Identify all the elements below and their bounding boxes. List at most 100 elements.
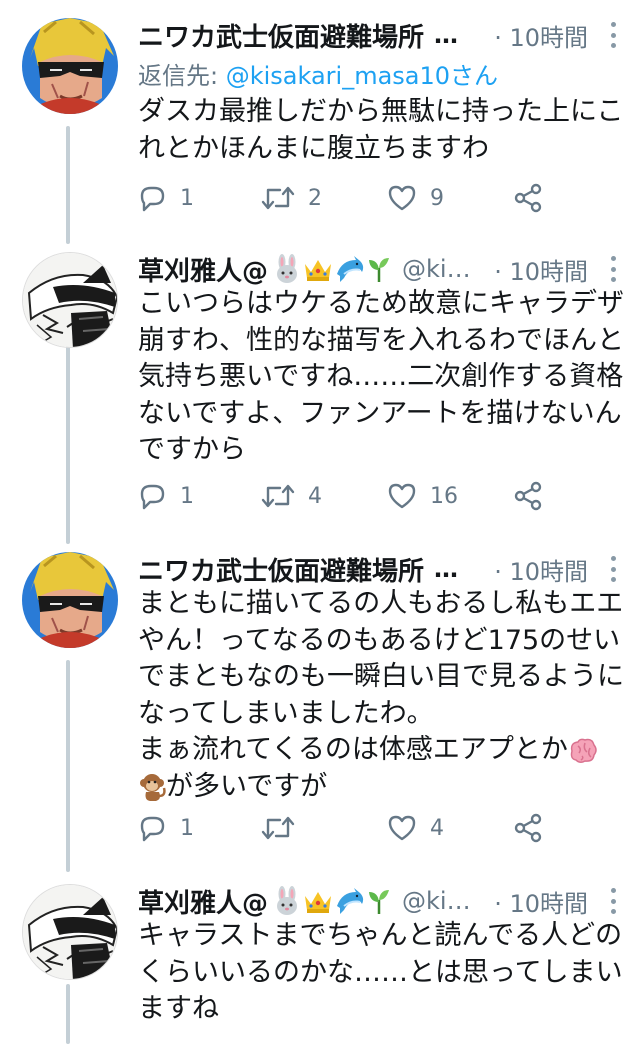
thread-line	[66, 338, 70, 544]
name-emojis	[272, 886, 392, 916]
reply-icon	[140, 186, 165, 212]
tweet-text-line: キャラストまでちゃんと読んでる人どの	[138, 920, 623, 951]
tweet-text-line: れとかほんまに腹立ちますわ	[138, 132, 489, 164]
reply-button[interactable]: 1	[136, 178, 194, 218]
seedling-emoji	[369, 258, 390, 282]
share-button[interactable]	[512, 476, 544, 516]
reply-count: 1	[180, 185, 194, 211]
timestamp[interactable]: · 10時間	[486, 552, 588, 587]
display-name[interactable]: ニワカ武士仮面避難場所	[138, 17, 424, 54]
crown-emoji	[305, 892, 332, 913]
retweet-button[interactable]: 4	[260, 476, 322, 516]
share-icon	[514, 481, 542, 511]
rabbit-emoji	[277, 886, 298, 915]
tweet-text-line: ダスカ最推しだから無駄に持った上にこ	[138, 96, 624, 127]
tweet-text-line: くらいいるのかな……とは思ってしまい	[138, 956, 623, 988]
like-button[interactable]: 4	[386, 808, 444, 848]
tweet-text-line: まぁ流れてくるのは体感エアプとか	[138, 732, 622, 769]
like-count: 4	[430, 815, 444, 841]
tweet-header: 草刈雅人@ @ki… · 10時間	[138, 883, 624, 920]
heart-icon	[388, 483, 416, 509]
tweet-header: 草刈雅人@ @ki… · 10時間	[138, 251, 624, 288]
timestamp[interactable]: · 10時間	[486, 884, 588, 919]
masked-warrior-avatar-image	[22, 552, 118, 648]
reply-count: 1	[180, 815, 194, 841]
sketch-character-avatar-image	[23, 253, 117, 347]
tweet-text-line: ますね	[138, 993, 219, 1024]
avatar[interactable]	[22, 884, 118, 980]
dolphin-emoji	[337, 888, 364, 914]
share-button[interactable]	[512, 178, 544, 218]
tweet-text-segment: まぁ流れてくるのは体感エアプとか	[138, 734, 568, 765]
reply-icon	[140, 816, 165, 842]
avatar[interactable]	[22, 18, 118, 114]
retweet-icon	[261, 484, 295, 508]
share-button[interactable]	[512, 808, 544, 848]
more-options-icon[interactable]	[602, 20, 624, 50]
tweet-text: ダスカ最推しだから無駄に持った上にこ れとかほんまに腹立ちますわ	[138, 94, 624, 167]
tweet-actions: 1 4	[136, 808, 556, 848]
like-button[interactable]: 9	[386, 178, 444, 218]
tweet-text: こいつらはウケるため故意にキャラデザ 崩すわ、性的な描写を入れるわでほんと 気持…	[138, 286, 624, 469]
retweet-icon	[261, 816, 295, 840]
tweet-text: キャラストまでちゃんと読んでる人どの くらいいるのかな……とは思ってしまい ます…	[138, 918, 623, 1028]
crown-emoji	[305, 260, 332, 281]
display-name[interactable]: 草刈雅人@	[138, 251, 268, 288]
retweet-count: 4	[308, 483, 322, 509]
retweet-button[interactable]: 2	[260, 178, 322, 218]
thread-line	[66, 126, 70, 244]
tweet-text-line: やん！ってなるのもあるけど175のせい	[138, 624, 621, 656]
tweet-text-line: ですから	[138, 434, 246, 465]
tweet-header: ニワカ武士仮面避難場所 … · 10時間	[138, 551, 624, 588]
tweet-text-line: なってしまいましたわ。	[138, 697, 434, 729]
reply-prefix: 返信先:	[138, 62, 226, 90]
tweet-header: ニワカ武士仮面避難場所 … · 10時間	[138, 17, 624, 54]
reply-button[interactable]: 1	[136, 476, 194, 516]
retweet-icon	[261, 186, 295, 210]
brain-emoji	[570, 738, 597, 763]
tweet-text-line: 気持ち悪いですね……二次創作する資格	[138, 361, 624, 392]
like-count: 9	[430, 185, 444, 211]
user-handle[interactable]: @ki…	[402, 255, 471, 283]
share-icon	[514, 183, 542, 213]
rabbit-emoji	[277, 254, 298, 283]
avatar[interactable]	[22, 552, 118, 648]
retweet-button[interactable]	[260, 808, 308, 848]
like-button[interactable]: 16	[386, 476, 458, 516]
tweet-text-line: でまともなのも一瞬白い目で見るように	[138, 661, 624, 692]
tweet-text-line: ないですよ、ファンアートを描けないん	[138, 397, 622, 429]
tweet-text-line: こいつらはウケるため故意にキャラデザ	[138, 288, 624, 319]
display-name[interactable]: 草刈雅人@	[138, 883, 268, 920]
tweet-text-line: 崩すわ、性的な描写を入れるわでほんと	[138, 324, 624, 356]
more-options-icon[interactable]	[602, 554, 624, 584]
reply-icon	[140, 484, 165, 510]
timestamp[interactable]: · 10時間	[486, 18, 588, 53]
user-handle[interactable]: @ki…	[402, 887, 471, 915]
tweet-actions: 1 2 9	[136, 178, 556, 218]
monkey-emoji	[140, 774, 166, 801]
seedling-emoji	[369, 890, 390, 914]
tweet-text-line: が多いですが	[138, 769, 622, 806]
reply-context: 返信先: @kisakari_masa10さん	[138, 56, 498, 91]
heart-icon	[388, 185, 416, 211]
avatar[interactable]	[22, 252, 118, 348]
reply-handle-link[interactable]: @kisakari_masa10さん	[226, 62, 498, 90]
name-emojis	[272, 254, 392, 284]
name-ellipsis: …	[434, 21, 459, 49]
timestamp[interactable]: · 10時間	[486, 252, 588, 287]
retweet-count: 2	[308, 185, 322, 211]
more-options-icon[interactable]	[602, 886, 624, 916]
share-icon	[514, 813, 542, 843]
like-count: 16	[430, 483, 458, 509]
display-name[interactable]: ニワカ武士仮面避難場所	[138, 551, 424, 588]
more-options-icon[interactable]	[602, 254, 624, 284]
tweet-text-segment: が多いですが	[166, 770, 328, 802]
sketch-character-avatar-image	[23, 885, 117, 979]
heart-icon	[388, 815, 416, 841]
reply-button[interactable]: 1	[136, 808, 194, 848]
dolphin-emoji	[337, 256, 364, 282]
name-ellipsis: …	[434, 555, 459, 583]
reply-count: 1	[180, 483, 194, 509]
masked-warrior-avatar-image	[22, 18, 118, 114]
thread-line	[66, 984, 70, 1044]
